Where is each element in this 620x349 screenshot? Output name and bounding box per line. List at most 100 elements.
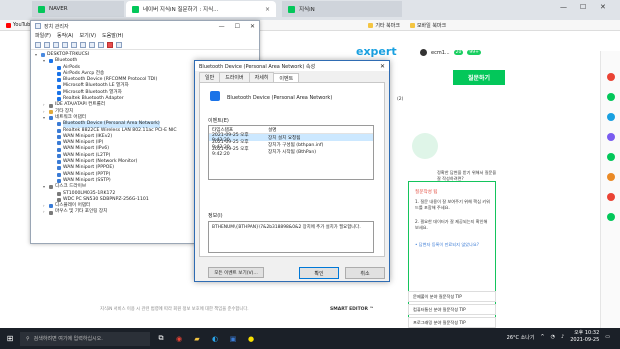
events-table: 타임스탬프 설명 2021-09-25 오후 9:42:20 장치 설치 요청됨 2… <box>208 125 374 180</box>
update-driver-icon[interactable] <box>89 41 95 48</box>
download-icon[interactable] <box>116 41 122 48</box>
device-icon <box>57 153 61 158</box>
tip-2: 2. 필요한 데이터가 잘 제공되는지 확인해 보세요. <box>415 219 488 230</box>
avatar[interactable] <box>420 49 427 56</box>
naver-favicon-icon <box>288 5 295 13</box>
edge-icon[interactable]: ◐ <box>208 332 222 346</box>
expand-chevron-icon[interactable]: ▾ <box>35 52 39 58</box>
close-icon[interactable]: ✕ <box>380 63 389 70</box>
side-app-icon[interactable] <box>607 173 615 181</box>
side-app-icon[interactable] <box>607 93 615 101</box>
device-icon <box>57 172 61 177</box>
side-app-icon[interactable] <box>607 193 615 201</box>
notification-icon[interactable]: ▭ <box>605 334 610 340</box>
clock[interactable]: 오후 10:32 2021-09-25 <box>570 330 599 344</box>
maximize-icon[interactable]: ☐ <box>235 23 240 30</box>
new-badge[interactable]: 99+ <box>467 50 481 55</box>
info-textbox[interactable]: BTHENUM\{BTHPAN}\7&2b318898&0&2 장치에 추가 설… <box>208 221 374 253</box>
up-arrow-icon[interactable]: ^ <box>540 334 544 340</box>
lock-icon <box>412 133 438 159</box>
close-icon[interactable]: ✕ <box>600 3 606 11</box>
scan-hardware-icon[interactable] <box>80 41 86 48</box>
taskbar-search[interactable]: ⚲ 검색하려면 여기에 입력하십시오. <box>20 331 150 346</box>
device-manager-titlebar[interactable]: 장치 관리자 — ☐ ✕ <box>31 21 259 31</box>
chrome-icon[interactable]: ◉ <box>172 332 186 346</box>
tip-button-computer[interactable]: 컴퓨터통신 분야 질문작성 TIP <box>408 304 496 315</box>
menu-file[interactable]: 파일(F) <box>35 32 51 39</box>
tab-general[interactable]: 일반 <box>199 72 221 82</box>
tip-button-programming[interactable]: 프로그래밍 분야 질문작성 TIP <box>408 317 496 328</box>
tab-label: NAVER <box>49 6 68 12</box>
volume-icon[interactable]: ♪ <box>561 334 564 340</box>
cancel-button[interactable]: 취소 <box>345 267 385 279</box>
store-icon[interactable]: ▣ <box>226 332 240 346</box>
bookmark-label: 모바일 북마크 <box>416 22 447 29</box>
device-name: Bluetooth Device (Personal Area Network) <box>227 95 333 101</box>
task-view-icon[interactable]: ⧉ <box>154 332 168 346</box>
taskbar: ⊞ ⚲ 검색하려면 여기에 입력하십시오. ⧉ ◉ ▰ ◐ ▣ ● 26°C 소나기 ^ … <box>0 328 620 349</box>
weather[interactable]: 26°C 소나기 <box>507 334 535 341</box>
help-icon[interactable] <box>71 41 77 48</box>
ask-question-button[interactable]: 질문하기 <box>453 70 505 85</box>
tab-kin-question[interactable]: 네이버 지식iN 질문하기 : 지식... × <box>126 1 276 17</box>
tab-naver[interactable]: NAVER <box>32 1 124 17</box>
uninstall-icon[interactable] <box>107 41 113 48</box>
file-explorer-icon[interactable]: ▰ <box>190 332 204 346</box>
column-header-description[interactable]: 설명 <box>265 126 373 133</box>
menu-help[interactable]: 도움말(H) <box>102 32 123 39</box>
event-description: 장치가 시작됨 (BthPan) <box>268 149 317 155</box>
device-icon <box>57 122 61 127</box>
device-icon <box>57 65 61 70</box>
minimize-icon[interactable]: — <box>219 23 225 30</box>
expand-chevron-icon[interactable]: ▾ <box>43 184 47 190</box>
view-all-events-button[interactable]: 모든 이벤트 보기(V)... <box>208 267 264 278</box>
notif-badge[interactable]: 20 <box>453 50 464 55</box>
toolbar <box>31 40 259 50</box>
network-icon[interactable]: ◔ <box>551 334 555 340</box>
system-tray: 26°C 소나기 ^ ◔ ♪ 오후 10:32 2021-09-25 ▭ <box>507 330 610 344</box>
event-timestamp: 2021-09-25 오후 9:42:20 <box>212 147 249 157</box>
bookmark-item[interactable]: 모바일 북마크 <box>409 22 447 29</box>
windows-start-icon[interactable]: ⊞ <box>0 328 20 349</box>
maximize-icon[interactable]: ☐ <box>580 3 586 11</box>
expand-chevron-icon[interactable]: ▾ <box>43 115 47 121</box>
device-icon <box>57 191 61 196</box>
minimize-icon[interactable]: — <box>560 3 567 11</box>
dialog-titlebar[interactable]: Bluetooth Device (Personal Area Network)… <box>195 61 389 71</box>
count-label: (2) <box>397 97 404 102</box>
tab-close-icon[interactable]: × <box>265 6 270 13</box>
computer-icon[interactable] <box>98 41 104 48</box>
table-row[interactable]: 2021-09-25 오후 9:42:20 장치가 시작됨 (BthPan) <box>209 147 373 157</box>
properties-icon[interactable] <box>53 41 59 48</box>
right-sidebar <box>600 51 620 328</box>
user-name[interactable]: ecm1... <box>431 50 450 56</box>
device-icon <box>49 59 53 64</box>
expand-chevron-icon[interactable]: › <box>43 209 47 215</box>
tab-kin[interactable]: 지식iN <box>282 1 402 17</box>
tip-button-math[interactable]: 문제풀이 분야 질문작성 TIP <box>408 291 496 302</box>
naver-favicon-icon <box>38 5 45 13</box>
back-icon[interactable] <box>35 41 41 48</box>
device-icon <box>57 147 61 152</box>
expand-chevron-icon[interactable]: ▾ <box>43 58 47 64</box>
expert-logo[interactable]: expert <box>356 45 397 58</box>
side-app-icon[interactable] <box>607 213 615 221</box>
side-app-icon[interactable] <box>607 113 615 121</box>
menu-view[interactable]: 보기(V) <box>80 32 97 39</box>
side-app-icon[interactable] <box>607 133 615 141</box>
bookmark-favicon-icon <box>409 22 415 28</box>
ok-button[interactable]: 확인 <box>299 267 339 279</box>
device-icon <box>57 84 61 89</box>
device-icon <box>49 109 53 114</box>
menu-action[interactable]: 동작(A) <box>57 32 74 39</box>
close-icon[interactable]: ✕ <box>250 23 255 30</box>
side-app-icon[interactable] <box>607 153 615 161</box>
device-icon <box>57 128 61 133</box>
list-icon[interactable] <box>62 41 68 48</box>
forward-icon[interactable] <box>44 41 50 48</box>
tab-driver[interactable]: 드라이버 <box>219 72 250 82</box>
tab-details[interactable]: 자세히 <box>248 72 275 82</box>
side-app-icon[interactable] <box>607 73 615 81</box>
kakao-icon[interactable]: ● <box>244 332 258 346</box>
bookmark-item[interactable]: 기타 북마크 <box>368 22 400 29</box>
